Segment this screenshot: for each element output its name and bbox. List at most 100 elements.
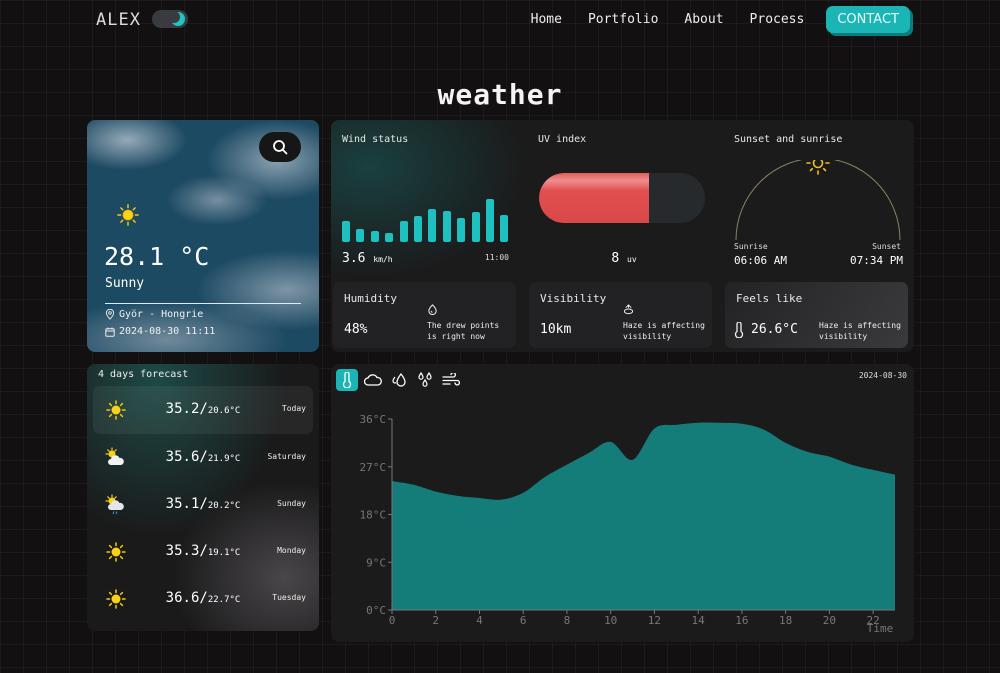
forecast-row[interactable]: 35.1/20.2°C Sunday (93, 481, 313, 529)
forecast-temp: 35.2/20.6°C (163, 401, 243, 417)
wind-status-panel: Wind status 3.6 km/h 11:00 (331, 120, 525, 278)
sunset-label: Sunset (872, 242, 901, 251)
forecast-max: 35.1/ (165, 496, 208, 512)
wind-bar (428, 209, 437, 242)
nav-link-home[interactable]: Home (531, 12, 562, 27)
visibility-value: 10km (540, 322, 572, 337)
nav-link-portfolio[interactable]: Portfolio (588, 12, 658, 27)
forecast-min: 19.1°C (207, 548, 241, 558)
humidity-title: Humidity (344, 292, 397, 305)
wind-speed: 3.6 (342, 251, 366, 266)
forecast-day: Tuesday (272, 593, 306, 602)
x-tick-label: 16 (735, 614, 748, 627)
current-temperature: 28.1 °C (104, 242, 210, 271)
forecast-min: 22.7°C (207, 595, 241, 605)
wind-title: Wind status (342, 134, 409, 145)
forecast-day: Saturday (267, 452, 306, 461)
uv-value: 8 uv (527, 251, 721, 266)
sunset-time: 07:34 PM (850, 254, 903, 267)
x-tick-label: 10 (604, 614, 617, 627)
location-pin-icon (105, 309, 115, 320)
divider (105, 303, 301, 304)
wind-bar (356, 229, 365, 242)
location-text: Györ - Hongrie (119, 309, 204, 320)
forecast-min: 20.2°C (207, 501, 241, 511)
forecast-max: 35.2/ (165, 401, 208, 417)
search-button[interactable] (259, 132, 301, 162)
calendar-icon (105, 327, 115, 337)
forecast-temp: 35.1/20.2°C (163, 496, 243, 512)
wind-bar (486, 199, 494, 242)
feels-like-title: Feels like (736, 292, 803, 305)
wind-time: 11:00 (484, 253, 509, 262)
x-tick-label: 18 (779, 614, 792, 627)
sunrise-label: Sunrise (734, 242, 768, 251)
haze-icon (623, 304, 634, 315)
nav-menu: Home Portfolio About Process CONTACT (505, 6, 910, 33)
search-icon (273, 140, 288, 155)
uv-gauge-fill (539, 173, 649, 223)
wind-bar (385, 232, 394, 242)
sun-cloud-icon (105, 447, 124, 465)
wind-bar (471, 212, 480, 242)
uv-title: UV index (538, 134, 587, 145)
forecast-day: Monday (277, 546, 306, 555)
sun-icon (106, 542, 126, 562)
location: Györ - Hongrie (105, 309, 203, 320)
y-tick-label: 27°C (360, 461, 387, 474)
forecast-day: Sunday (277, 499, 306, 508)
temperature-area (392, 422, 895, 610)
forecast-temp: 35.3/19.1°C (163, 543, 243, 559)
forecast-title: 4 days forecast (98, 369, 189, 380)
wind-bar (414, 215, 422, 242)
contact-button[interactable]: CONTACT (826, 6, 910, 33)
forecast-row[interactable]: 35.2/20.6°C Today (93, 386, 313, 434)
x-tick-label: 20 (823, 614, 836, 627)
feels-like-value: 26.6°C (751, 322, 798, 337)
humidity-value: 48% (344, 322, 368, 337)
uv-number: 8 (611, 251, 620, 266)
datetime: 2024-08-30 11:11 (105, 326, 215, 337)
visibility-title: Visibility (540, 292, 607, 305)
forecast-max: 35.3/ (165, 543, 208, 559)
sun-icon (106, 400, 126, 420)
forecast-row[interactable]: 35.6/21.9°C Saturday (93, 434, 313, 482)
x-tick-label: 12 (648, 614, 661, 627)
forecast-max: 35.6/ (165, 449, 208, 465)
forecast-max: 36.6/ (165, 590, 208, 606)
x-tick-label: 8 (564, 614, 571, 627)
nav-link-process[interactable]: Process (750, 12, 805, 27)
hourly-chart-card: 2024-08-30 0°C 9°C 18°C 27°C 36°C 0 2 4 6 8 10 12 14… (331, 364, 914, 642)
uv-index-panel: UV index 8 uv (527, 120, 721, 278)
sunrise-sunset-panel: Sunset and sunrise Sunrise Sunset 06:06 … (723, 120, 914, 278)
nav-link-about[interactable]: About (684, 12, 723, 27)
humidity-panel: Humidity 48% The drew points is right no… (333, 282, 516, 348)
page-title: weather (437, 78, 563, 111)
sun-cloud-rain-icon (105, 494, 124, 515)
sun-icon (117, 204, 139, 226)
visibility-panel: Visibility 10km Haze is affecting visibi… (529, 282, 712, 348)
wind-bar (457, 217, 466, 242)
forecast-row[interactable]: 35.3/19.1°C Monday (93, 528, 313, 576)
datetime-text: 2024-08-30 11:11 (119, 326, 216, 337)
forecast-min: 20.6°C (207, 406, 241, 416)
feels-like-panel: Feels like 26.6°C Haze is affecting visi… (725, 282, 908, 348)
x-axis-label: Time (867, 622, 894, 635)
logo[interactable]: ALEX (96, 10, 141, 30)
wind-bar (342, 220, 350, 242)
forecast-row[interactable]: 36.6/22.7°C Tuesday (93, 575, 313, 623)
current-condition: Sunny (105, 276, 145, 291)
forecast-temp: 35.6/21.9°C (163, 449, 243, 465)
y-tick-label: 18°C (360, 509, 387, 522)
x-tick-label: 0 (389, 614, 396, 627)
wind-bar-chart (342, 182, 512, 242)
dew-point-icon (428, 304, 437, 315)
forecast-card: 4 days forecast 35.2/20.6°C Today 35.6/21.… (87, 364, 319, 631)
theme-toggle[interactable] (152, 10, 188, 28)
wind-bar (370, 231, 379, 242)
uv-unit: uv (627, 255, 637, 264)
highlights-card: Wind status 3.6 km/h 11:00 UV index 8 uv… (331, 120, 914, 352)
forecast-min: 21.9°C (207, 454, 241, 464)
y-tick-label: 36°C (360, 413, 387, 426)
moon-icon (168, 11, 185, 26)
